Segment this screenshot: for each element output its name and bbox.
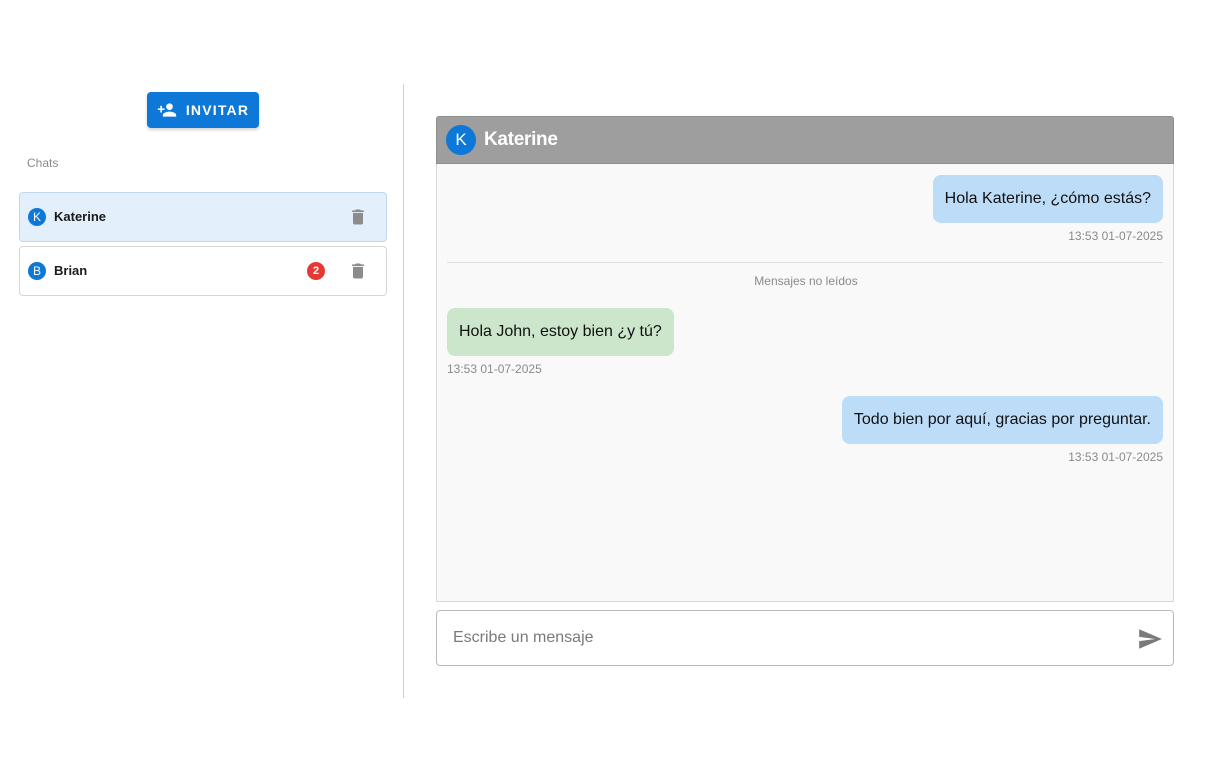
trash-icon [352,209,364,225]
chat-item-brian[interactable]: B Brian 2 [19,246,387,296]
unread-divider [447,262,1163,263]
message-composer [436,610,1174,666]
message-bubble-outgoing: Hola Katerine, ¿cómo estás? [932,175,1163,223]
invite-button-label: INVITAR [185,102,250,118]
avatar: B [28,262,46,280]
message-timestamp: 13:53 01-07-2025 [447,362,542,376]
delete-chat-button[interactable] [348,207,368,227]
unread-badge: 2 [307,262,325,280]
app-root: INVITAR Chats K Katerine B Brian 2 K Kat… [0,0,1212,768]
chat-name: Katerine [54,209,107,224]
send-icon [1139,629,1162,649]
message-list[interactable]: Hola Katerine, ¿cómo estás? 13:53 01-07-… [436,164,1174,602]
invite-button[interactable]: INVITAR [147,92,259,128]
message-bubble-incoming: Hola John, estoy bien ¿y tú? [447,308,674,356]
chats-section-label: Chats [27,156,59,170]
chat-header: K Katerine [436,116,1174,164]
chat-item-katerine[interactable]: K Katerine [19,192,387,242]
delete-chat-button[interactable] [348,261,368,281]
message-bubble-outgoing: Todo bien por aquí, gracias por pregunta… [841,396,1163,444]
unread-divider-label: Mensajes no leídos [754,274,858,288]
contact-name: Katerine [484,129,558,150]
contact-avatar: K [446,125,476,155]
message-timestamp: 13:53 01-07-2025 [1068,450,1163,464]
person-add-icon [157,103,176,117]
trash-icon [352,263,364,279]
sidebar: INVITAR Chats K Katerine B Brian 2 [0,84,404,698]
chat-name: Brian [54,263,88,278]
message-timestamp: 13:53 01-07-2025 [1068,229,1163,243]
message-input[interactable] [438,612,1128,664]
avatar: K [28,208,46,226]
send-button[interactable] [1137,626,1163,652]
